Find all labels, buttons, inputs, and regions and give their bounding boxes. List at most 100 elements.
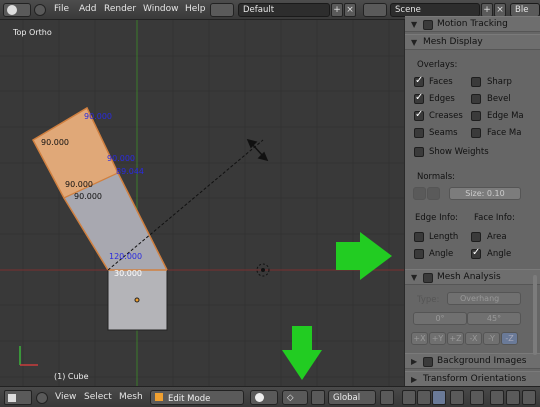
face-info-label: Face Info: — [474, 213, 515, 223]
motion-tracking-checkbox[interactable] — [423, 20, 433, 30]
edge-marks-checkbox[interactable] — [471, 111, 481, 121]
mesh-analysis-label: Mesh Analysis — [437, 272, 501, 282]
axis-pos-x-button[interactable]: +X — [411, 332, 428, 345]
viewport-canvas — [0, 20, 404, 386]
screen-layout-icon[interactable] — [210, 3, 234, 17]
vertex-normals-button[interactable] — [413, 187, 426, 200]
motion-tracking-header[interactable]: ▼ Motion Tracking — [405, 16, 540, 32]
menu-file[interactable]: File — [54, 4, 69, 14]
normals-label: Normals: — [417, 172, 456, 182]
axis-neg-x-button[interactable]: -X — [465, 332, 482, 345]
motion-tracking-label: Motion Tracking — [437, 19, 508, 29]
face-normals-button[interactable] — [427, 187, 440, 200]
mesh-analysis-checkbox[interactable] — [423, 273, 433, 283]
viewport-shading-dropdown[interactable] — [250, 390, 278, 405]
chevron-right-icon: ▶ — [411, 357, 418, 366]
creases-label: Creases — [429, 111, 463, 121]
edge-length-label: Length — [429, 232, 459, 242]
seams-checkbox[interactable] — [414, 128, 424, 138]
background-images-label: Background Images — [437, 356, 527, 366]
bevel-label: Bevel — [487, 94, 511, 104]
menu-mesh[interactable]: Mesh — [119, 392, 143, 402]
orientation-dropdown[interactable]: Global — [328, 390, 376, 405]
render-engine-field[interactable]: Ble — [510, 3, 540, 17]
background-images-header[interactable]: ▶ Background Images — [405, 353, 540, 369]
view-label: Top Ortho — [13, 28, 52, 37]
axis-pos-y-button[interactable]: +Y — [429, 332, 446, 345]
angle-label: 89.044 — [116, 167, 144, 176]
editor-type-button[interactable] — [4, 390, 32, 405]
menu-render[interactable]: Render — [104, 4, 136, 14]
face-marks-checkbox[interactable] — [471, 128, 481, 138]
angle-label: 90.000 — [107, 154, 135, 163]
angle-label: 120.000 — [109, 252, 143, 261]
pivot-icon: ◇ — [287, 393, 294, 403]
edge-select-button[interactable] — [417, 390, 431, 405]
editor-type-button[interactable] — [3, 3, 31, 17]
remove-scene-button[interactable]: × — [494, 3, 506, 17]
snap-target-button[interactable] — [522, 390, 536, 405]
proportional-editing-button[interactable] — [470, 390, 484, 405]
chevron-down-icon: ▼ — [411, 273, 418, 282]
face-area-checkbox[interactable] — [471, 232, 481, 242]
angle-label: 90.000 — [74, 192, 102, 201]
add-scene-button[interactable]: + — [481, 3, 493, 17]
object-origin — [134, 297, 140, 303]
layer-button[interactable] — [380, 390, 394, 405]
scene-field[interactable]: Scene — [390, 3, 480, 17]
normal-size-field[interactable]: Size: 0.10 — [449, 187, 521, 200]
vertex-select-button[interactable] — [402, 390, 416, 405]
remove-layout-button[interactable]: × — [344, 3, 356, 17]
panel-scrollbar[interactable] — [533, 275, 537, 355]
properties-panel: ▼ Motion Tracking ▼ Mesh Display Overlay… — [404, 16, 540, 387]
axis-pos-z-button[interactable]: +Z — [447, 332, 464, 345]
add-layout-button[interactable]: + — [331, 3, 343, 17]
3d-viewport[interactable]: Top Ortho (1) Cube 90.000 90.000 90.000 … — [0, 20, 404, 386]
sharp-checkbox[interactable] — [471, 77, 481, 87]
face-area-label: Area — [487, 232, 507, 242]
occlude-geometry-button[interactable] — [450, 390, 464, 405]
manipulator-toggle[interactable] — [311, 390, 325, 405]
background-images-checkbox[interactable] — [423, 357, 433, 367]
seams-label: Seams — [429, 128, 458, 138]
edge-length-checkbox[interactable] — [414, 232, 424, 242]
mode-label: Edit Mode — [168, 394, 211, 404]
transform-orientations-header[interactable]: ▶ Transform Orientations — [405, 371, 540, 387]
chevron-right-icon: ▶ — [411, 375, 418, 384]
axis-neg-z-button[interactable]: -Z — [501, 332, 518, 345]
overlays-label: Overlays: — [417, 60, 458, 70]
snap-element-button[interactable] — [506, 390, 520, 405]
edge-angle-checkbox[interactable] — [414, 249, 424, 259]
mesh-display-header[interactable]: ▼ Mesh Display — [405, 34, 540, 50]
angle-label: 90.000 — [65, 180, 93, 189]
mode-dropdown[interactable]: Edit Mode — [150, 390, 244, 405]
face-select-button[interactable] — [432, 390, 446, 405]
menu-add[interactable]: Add — [79, 4, 96, 14]
edges-label: Edges — [429, 94, 455, 104]
pivot-point-dropdown[interactable]: ◇ — [282, 390, 308, 405]
collapse-menus-button[interactable] — [34, 4, 46, 16]
menu-select[interactable]: Select — [84, 392, 112, 402]
angle-max-field[interactable]: 45° — [467, 312, 521, 325]
bevel-checkbox[interactable] — [471, 94, 481, 104]
analysis-type-dropdown[interactable]: Overhang — [447, 292, 521, 305]
edges-checkbox[interactable] — [414, 92, 424, 104]
faces-label: Faces — [429, 77, 453, 87]
axis-neg-y-button[interactable]: -Y — [483, 332, 500, 345]
scene-icon[interactable] — [363, 3, 387, 17]
angle-label: 90.000 — [84, 112, 112, 121]
mesh-analysis-header[interactable]: ▼ Mesh Analysis — [405, 269, 540, 285]
show-weights-checkbox[interactable] — [414, 147, 424, 157]
faces-checkbox[interactable] — [414, 75, 424, 87]
face-angle-checkbox[interactable] — [471, 247, 481, 259]
menu-help[interactable]: Help — [185, 4, 206, 14]
snap-toggle-button[interactable] — [490, 390, 504, 405]
menu-view[interactable]: View — [55, 392, 76, 402]
screen-layout-field[interactable]: Default — [238, 3, 330, 17]
angle-min-field[interactable]: 0° — [413, 312, 467, 325]
collapse-menus-button[interactable] — [36, 392, 48, 404]
face-marks-label: Face Ma — [487, 128, 522, 138]
menu-window[interactable]: Window — [143, 4, 179, 14]
3d-cursor-center — [261, 268, 265, 272]
creases-checkbox[interactable] — [414, 109, 424, 121]
